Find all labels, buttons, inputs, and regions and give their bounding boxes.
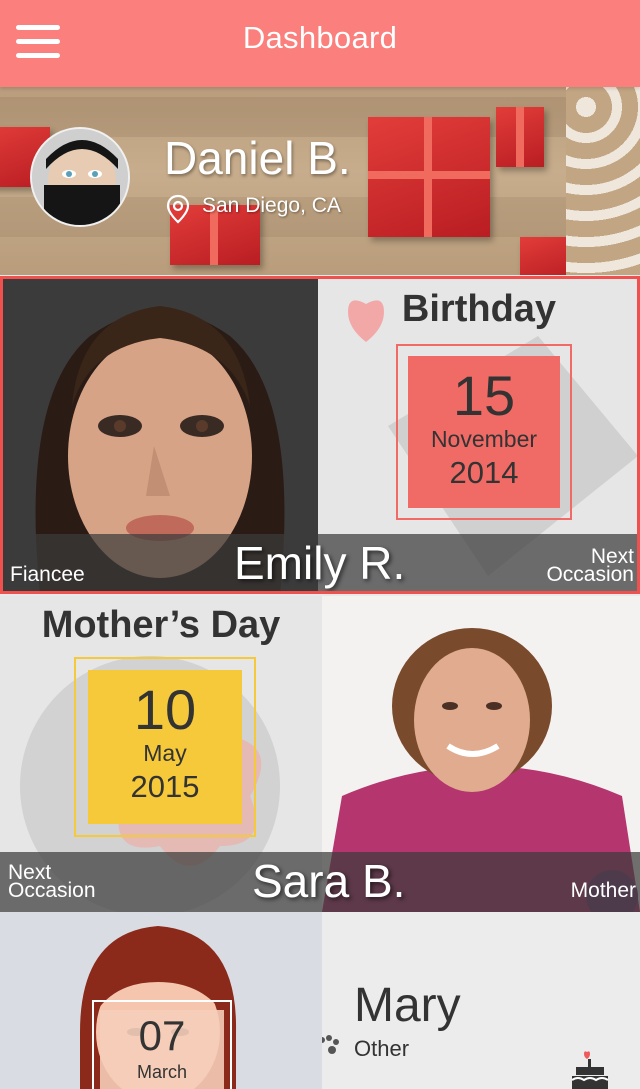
caption-bar: Fiancee Emily R. Next Occasion bbox=[0, 534, 640, 594]
date-box: 07 March bbox=[100, 1010, 224, 1089]
date-month: March bbox=[136, 1062, 187, 1082]
relation-label: Fiancee bbox=[10, 563, 85, 586]
contact-name: Sara B. bbox=[252, 855, 406, 907]
gift-decoration bbox=[496, 107, 544, 167]
contact-info-mary[interactable]: Mary Other bbox=[322, 912, 640, 1089]
gift-decoration bbox=[368, 117, 490, 237]
occasion-title: Birthday bbox=[401, 288, 557, 330]
caption-bar: Next Occasion Sara B. Mother bbox=[0, 852, 640, 912]
contact-photo-mary[interactable]: 07 March bbox=[0, 912, 322, 1089]
profile-banner: Daniel B. San Diego, CA bbox=[0, 87, 640, 275]
polka-paper bbox=[566, 87, 640, 275]
profile-name: Daniel B. bbox=[164, 132, 351, 184]
date-month: May bbox=[143, 740, 187, 766]
relation-label: Mother bbox=[570, 879, 636, 902]
contact-name: Mary bbox=[354, 979, 461, 1032]
birthday-cake-icon bbox=[571, 1051, 609, 1089]
contact-name: Emily R. bbox=[234, 537, 406, 589]
date-day: 10 bbox=[133, 678, 197, 741]
date-box: 10 May 2015 bbox=[88, 670, 242, 824]
next-occasion-label: Next Occasion bbox=[546, 546, 634, 586]
next-label-line2: Occasion bbox=[8, 879, 96, 902]
date-year: 2014 bbox=[449, 455, 519, 490]
date-year: 2015 bbox=[130, 769, 200, 804]
next-occasion-label: Next Occasion bbox=[8, 862, 96, 902]
date-day: 15 bbox=[452, 364, 516, 427]
next-label-line2: Occasion bbox=[546, 563, 634, 586]
avatar[interactable] bbox=[30, 127, 130, 227]
paw-decoration-icon bbox=[322, 1035, 339, 1054]
relation-label: Other bbox=[354, 1036, 410, 1061]
profile-location: San Diego, CA bbox=[202, 194, 341, 217]
occasion-title: Mother’s Day bbox=[41, 604, 281, 646]
date-box: 15 November 2014 bbox=[408, 356, 560, 508]
date-day: 07 bbox=[138, 1012, 186, 1059]
date-month: November bbox=[430, 426, 538, 452]
page-title: Dashboard bbox=[242, 20, 398, 55]
top-bar: Dashboard bbox=[0, 0, 640, 87]
map-pin-icon bbox=[166, 194, 190, 224]
